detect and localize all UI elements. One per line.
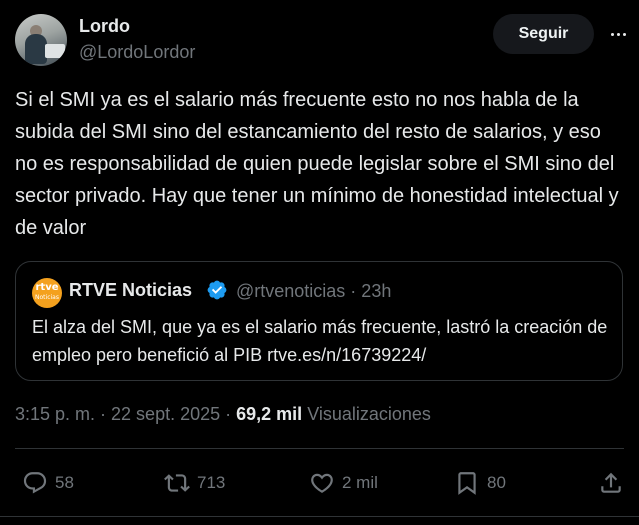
- repost-icon: [164, 474, 190, 492]
- quoted-handle-time[interactable]: @rtvenoticias · 23h: [236, 281, 391, 302]
- bookmark-count: 80: [487, 473, 506, 492]
- quoted-display-name[interactable]: RTVE Noticias: [69, 280, 192, 301]
- follow-button[interactable]: Seguir: [493, 14, 594, 54]
- reply-icon: [23, 472, 47, 494]
- views-count: 69,2 mil: [236, 404, 303, 424]
- verified-badge-icon: [207, 280, 227, 300]
- tweet-meta: 3:15 p. m. · 22 sept. 2025 · 69,2 mil Vi…: [15, 404, 431, 425]
- quoted-tweet-card[interactable]: rtve Noticias RTVE Noticias @rtvenoticia…: [15, 261, 623, 381]
- repost-button[interactable]: 713: [164, 468, 225, 498]
- reply-count: 58: [55, 473, 74, 492]
- quoted-avatar[interactable]: rtve Noticias: [32, 278, 62, 308]
- tweet-text: Si el SMI ya es el salario más frecuente…: [15, 89, 619, 239]
- tweet-timestamp[interactable]: 3:15 p. m. · 22 sept. 2025 ·: [15, 404, 236, 424]
- author-avatar[interactable]: [15, 14, 67, 66]
- like-icon: [311, 473, 333, 493]
- bottom-divider: [0, 516, 639, 517]
- bookmark-icon: [458, 472, 476, 495]
- author-display-name[interactable]: Lordo: [79, 16, 130, 37]
- share-icon: [601, 472, 621, 493]
- like-button[interactable]: 2 mil: [309, 468, 378, 498]
- more-icon[interactable]: [606, 24, 630, 44]
- divider: [15, 448, 624, 449]
- quoted-avatar-logo-subtext: Noticias: [35, 294, 59, 301]
- bookmark-button[interactable]: 80: [454, 468, 506, 498]
- repost-count: 713: [197, 473, 226, 492]
- author-handle[interactable]: @LordoLordor: [79, 42, 195, 63]
- like-count: 2 mil: [342, 473, 378, 492]
- views-label: Visualizaciones: [307, 404, 431, 424]
- quoted-text: El alza del SMI, que ya es el salario má…: [32, 317, 608, 365]
- reply-button[interactable]: 58: [22, 468, 74, 498]
- quoted-avatar-logo-text: rtve: [35, 282, 59, 293]
- share-button[interactable]: [598, 468, 624, 498]
